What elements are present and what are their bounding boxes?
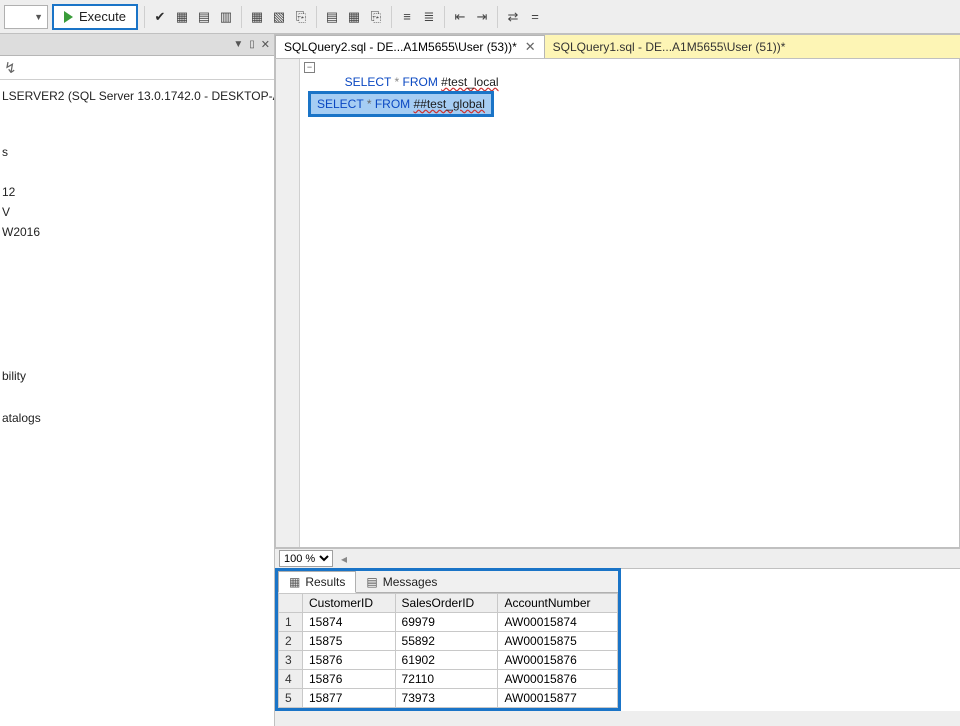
results-tabstrip: Results Messages — [278, 571, 618, 593]
fold-toggle-icon[interactable]: − — [304, 62, 315, 73]
execute-button[interactable]: Execute — [52, 4, 138, 30]
results-file-icon[interactable] — [367, 8, 385, 26]
selected-sql-line: SELECT * FROM ##test_global — [308, 91, 494, 117]
tab-results-label: Results — [305, 575, 345, 589]
play-icon — [64, 11, 73, 23]
table-row[interactable]: 5 15877 73973 AW00015877 — [279, 689, 618, 708]
tab-sqlquery1[interactable]: SQLQuery1.sql - DE...A1M5655\User (51))* — [545, 35, 794, 58]
editor-area: SQLQuery2.sql - DE...A1M5655\User (53))*… — [275, 34, 960, 726]
tab-messages-label: Messages — [383, 575, 438, 589]
col-salesorderid[interactable]: SalesOrderID — [395, 594, 498, 613]
tree-item[interactable]: V — [0, 202, 274, 222]
client-stats-icon[interactable] — [292, 8, 310, 26]
separator — [241, 6, 242, 28]
live-stats-icon[interactable] — [270, 8, 288, 26]
specify-values-icon[interactable] — [504, 8, 522, 26]
object-explorer: ▼ ▯ ✕ ↯ LSERVER2 (SQL Server 13.0.1742.0… — [0, 34, 275, 726]
col-customerid[interactable]: CustomerID — [303, 594, 396, 613]
tab-sqlquery2[interactable]: SQLQuery2.sql - DE...A1M5655\User (53))*… — [275, 35, 545, 58]
results-pane: Results Messages CustomerID SalesOrderID — [275, 568, 621, 711]
separator — [497, 6, 498, 28]
messages-icon — [366, 575, 377, 589]
results-header-row: CustomerID SalesOrderID AccountNumber — [279, 594, 618, 613]
tree-item[interactable]: W2016 — [0, 222, 274, 242]
separator — [391, 6, 392, 28]
tab-label: SQLQuery2.sql - DE...A1M5655\User (53))* — [284, 40, 517, 54]
actual-plan-icon[interactable] — [248, 8, 266, 26]
tab-label: SQLQuery1.sql - DE...A1M5655\User (51))* — [553, 40, 786, 54]
zoom-bar: 100 % ◂ — [275, 548, 960, 568]
close-panel-icon[interactable]: ✕ — [261, 38, 270, 51]
connect-icon[interactable]: ↯ — [4, 59, 17, 77]
tab-messages[interactable]: Messages — [356, 571, 447, 592]
comment-icon[interactable] — [398, 8, 416, 26]
separator — [444, 6, 445, 28]
window-position-icon[interactable]: ▼ — [233, 39, 243, 50]
server-node[interactable]: LSERVER2 (SQL Server 13.0.1742.0 - DESKT… — [0, 86, 274, 106]
uncomment-icon[interactable] — [420, 8, 438, 26]
results-grid[interactable]: CustomerID SalesOrderID AccountNumber 1 … — [278, 593, 618, 708]
query-options-icon[interactable] — [195, 8, 213, 26]
tree-item[interactable]: bility — [0, 366, 274, 386]
main-toolbar: ▼ Execute — [0, 0, 960, 34]
rownum-header — [279, 594, 303, 613]
separator — [316, 6, 317, 28]
estimated-plan-icon[interactable] — [173, 8, 191, 26]
terminator-icon[interactable] — [526, 8, 544, 26]
zoom-select[interactable]: 100 % — [279, 550, 333, 567]
object-explorer-toolbar: ↯ — [0, 56, 274, 80]
grid-icon — [289, 575, 300, 589]
document-tabstrip: SQLQuery2.sql - DE...A1M5655\User (53))*… — [275, 34, 960, 58]
tree-item[interactable]: atalogs — [0, 408, 274, 428]
object-explorer-titlebar: ▼ ▯ ✕ — [0, 34, 274, 56]
tree-item[interactable]: s — [0, 142, 274, 162]
tab-results[interactable]: Results — [278, 571, 356, 593]
object-explorer-tree[interactable]: LSERVER2 (SQL Server 13.0.1742.0 - DESKT… — [0, 80, 274, 428]
tree-item[interactable]: 12 — [0, 182, 274, 202]
separator — [144, 6, 145, 28]
table-row[interactable]: 1 15874 69979 AW00015874 — [279, 613, 618, 632]
outdent-icon[interactable] — [451, 8, 469, 26]
sql-editor[interactable]: − SELECT * FROM #test_local SELECT * FRO… — [275, 58, 960, 548]
execute-label: Execute — [79, 9, 126, 24]
intellisense-icon[interactable] — [217, 8, 235, 26]
results-overflow — [621, 568, 960, 711]
editor-gutter — [276, 59, 300, 547]
autohide-icon[interactable]: ▯ — [249, 39, 255, 50]
table-row[interactable]: 3 15876 61902 AW00015876 — [279, 651, 618, 670]
indent-icon[interactable] — [473, 8, 491, 26]
close-tab-icon[interactable]: ✕ — [525, 39, 536, 55]
results-text-icon[interactable] — [323, 8, 341, 26]
results-grid-icon[interactable] — [345, 8, 363, 26]
parse-icon[interactable] — [151, 8, 169, 26]
table-row[interactable]: 2 15875 55892 AW00015875 — [279, 632, 618, 651]
table-row[interactable]: 4 15876 72110 AW00015876 — [279, 670, 618, 689]
database-combo[interactable]: ▼ — [4, 5, 48, 29]
col-accountnumber[interactable]: AccountNumber — [498, 594, 617, 613]
